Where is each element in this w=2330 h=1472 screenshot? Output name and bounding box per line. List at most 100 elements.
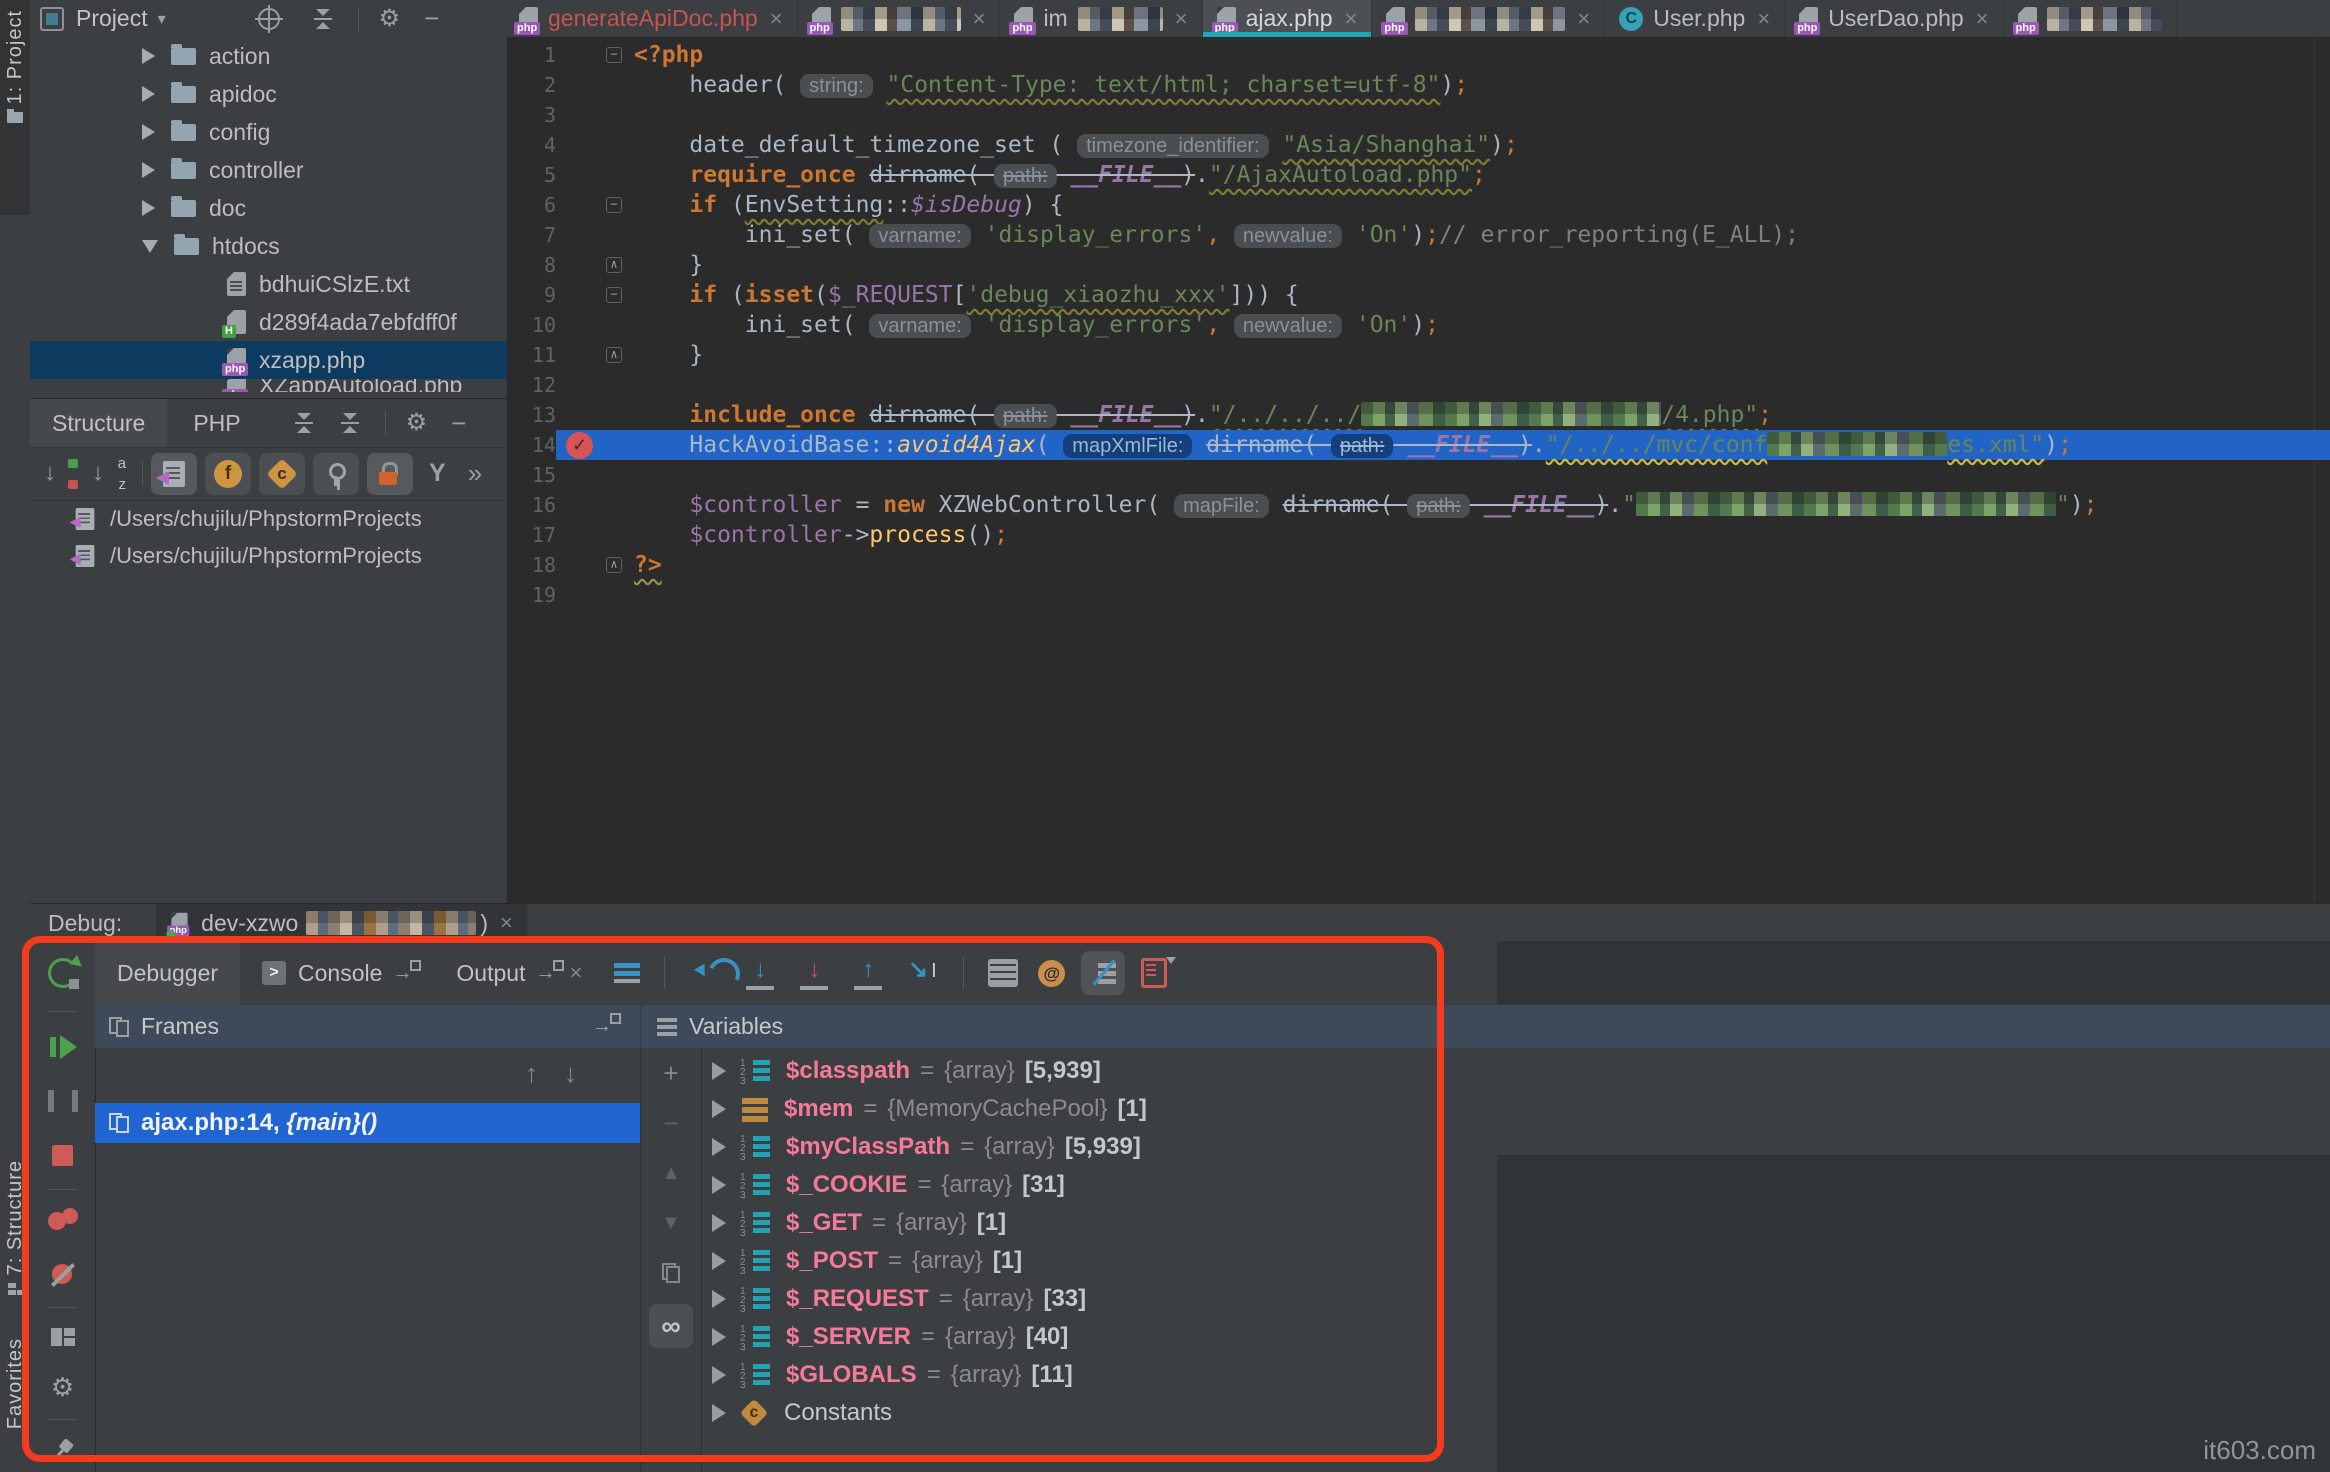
code-line-9[interactable]: 9− if (isset($_REQUEST['debug_xiaozhu_xx…	[508, 280, 2330, 310]
restore-layout-icon[interactable]	[1141, 958, 1167, 988]
tree-item-XZappAutoload-php[interactable]: phpXZappAutoload.php	[30, 379, 507, 392]
tree-expand-icon[interactable]	[142, 162, 155, 178]
locate-icon[interactable]	[258, 8, 280, 30]
variable-row-_REQUEST[interactable]: $_REQUEST={array}[33]	[700, 1280, 2330, 1318]
tree-item-controller[interactable]: controller	[30, 151, 507, 189]
toolwindow-button-favorites[interactable]: Favorites	[0, 1338, 30, 1468]
expand-icon[interactable]	[712, 1366, 726, 1384]
code-line-18[interactable]: 18∧?>	[508, 550, 2330, 580]
variable-row-_POST[interactable]: $_POST={array}[1]	[700, 1242, 2330, 1280]
variable-row-_COOKIE[interactable]: $_COOKIE={array}[31]	[700, 1166, 2330, 1204]
move-to-icon[interactable]: →	[535, 962, 555, 985]
close-icon[interactable]: ×	[500, 910, 513, 936]
hide-toolwindow-icon[interactable]: −	[451, 413, 466, 434]
force-step-into-button[interactable]: ↓	[796, 956, 832, 990]
show-values-inline-button[interactable]	[1081, 951, 1125, 995]
toolwindow-button-project[interactable]: 1: Project	[0, 0, 30, 215]
code-line-8[interactable]: 8∧ }	[508, 250, 2330, 280]
tree-expand-icon[interactable]	[142, 124, 155, 140]
tree-item-apidoc[interactable]: apidoc	[30, 75, 507, 113]
tab-close-icon[interactable]: ×	[1345, 6, 1358, 32]
collapse-all-icon[interactable]	[314, 9, 332, 29]
variable-row-mem[interactable]: $mem={MemoryCachePool}[1]	[700, 1090, 2330, 1128]
step-over-button[interactable]	[688, 956, 724, 990]
expand-icon[interactable]	[712, 1062, 726, 1080]
expand-icon[interactable]	[712, 1404, 726, 1422]
code-line-3[interactable]: 3	[508, 100, 2330, 130]
tree-item-doc[interactable]: doc	[30, 189, 507, 227]
tree-item-bdhuiCSlzE-txt[interactable]: bdhuiCSlzE.txt	[30, 265, 507, 303]
editor-tab-ajax-php[interactable]: phpajax.php×	[1203, 0, 1373, 37]
code-line-5[interactable]: 5 require_once dirname( path: __FILE__).…	[508, 160, 2330, 190]
code-line-6[interactable]: 6− if (EnvSetting::$isDebug) {	[508, 190, 2330, 220]
more-actions-icon[interactable]: »	[468, 458, 482, 489]
code-line-19[interactable]: 19	[508, 580, 2330, 610]
expand-icon[interactable]	[712, 1328, 726, 1346]
show-private-button[interactable]	[367, 453, 413, 495]
editor-tab-censored[interactable]: php×	[1372, 0, 1605, 37]
fold-marker[interactable]: ∧	[606, 347, 622, 363]
tab-php[interactable]: PHP	[167, 410, 266, 437]
frame-navigation-arrows[interactable]: ↑↓	[525, 1058, 603, 1089]
code-line-10[interactable]: 10 ini_set( varname: 'display_errors', n…	[508, 310, 2330, 340]
rerun-button[interactable]	[30, 955, 95, 991]
variable-row-_GET[interactable]: $_GET={array}[1]	[700, 1204, 2330, 1242]
watch-method-return-icon[interactable]: @	[1038, 960, 1065, 987]
expand-icon[interactable]	[712, 1214, 726, 1232]
collapse-all-icon[interactable]	[341, 413, 359, 433]
sort-alphabetically-icon[interactable]: ↓ az	[92, 459, 126, 489]
fold-marker[interactable]: −	[606, 197, 622, 213]
mute-breakpoints-button[interactable]	[30, 1257, 95, 1293]
variable-row-classpath[interactable]: $classpath={array}[5,939]	[700, 1052, 2330, 1090]
toolwindow-button-structure[interactable]: 7: Structure	[0, 1160, 30, 1325]
code-line-11[interactable]: 11∧ }	[508, 340, 2330, 370]
expand-icon[interactable]	[712, 1252, 726, 1270]
code-line-1[interactable]: 1−<?php	[508, 40, 2330, 70]
tree-expand-icon[interactable]	[142, 86, 155, 102]
tab-close-icon[interactable]: ×	[770, 6, 783, 32]
tree-item-xzapp-php[interactable]: phpxzapp.php	[30, 341, 507, 379]
fold-marker[interactable]: −	[606, 47, 622, 63]
duplicate-watch-button[interactable]	[649, 1248, 693, 1298]
tree-item-htdocs[interactable]: htdocs	[30, 227, 507, 265]
filter-icon[interactable]: Y	[429, 459, 446, 488]
code-line-7[interactable]: 7 ini_set( varname: 'display_errors', ne…	[508, 220, 2330, 250]
tree-item-action[interactable]: action	[30, 37, 507, 75]
close-icon[interactable]: ×	[569, 960, 582, 986]
run-config-tab[interactable]: php dev-xzwo ) ×	[156, 904, 527, 942]
tab-close-icon[interactable]: ×	[1175, 6, 1188, 32]
hide-toolwindow-icon[interactable]: −	[424, 8, 439, 29]
pause-button[interactable]	[30, 1083, 95, 1119]
view-breakpoints-button[interactable]	[30, 1203, 95, 1239]
move-up-button[interactable]: ▲	[649, 1148, 693, 1198]
editor-tab-UserDao-php[interactable]: phpUserDao.php×	[1785, 0, 2003, 37]
code-line-4[interactable]: 4 date_default_timezone_set ( timezone_i…	[508, 130, 2330, 160]
step-out-button[interactable]: ↑	[850, 956, 886, 990]
tree-expand-icon[interactable]	[142, 240, 158, 253]
show-public-button[interactable]	[313, 453, 359, 495]
editor-tab-censored[interactable]: php×	[798, 0, 1001, 37]
fold-marker[interactable]: ∧	[606, 257, 622, 273]
tab-close-icon[interactable]: ×	[1577, 6, 1590, 32]
tab-close-icon[interactable]: ×	[973, 6, 986, 32]
settings-button[interactable]: ⚙	[30, 1369, 95, 1405]
tree-item-d289f4ada7ebfdff0f[interactable]: Hd289f4ada7ebfdff0f	[30, 303, 507, 341]
gear-icon[interactable]: ⚙	[379, 7, 401, 31]
code-line-13[interactable]: 13 include_once dirname( path: __FILE__)…	[508, 400, 2330, 430]
show-fields-button[interactable]: f	[205, 453, 251, 495]
pin-button[interactable]	[30, 1431, 95, 1467]
structure-list-item[interactable]: /Users/chujilu/PhpstormProjects	[30, 500, 507, 537]
tab-close-icon[interactable]: ×	[1757, 6, 1770, 32]
sort-by-visibility-icon[interactable]: ↓	[44, 459, 78, 489]
tab-output[interactable]: Output → ×	[434, 941, 604, 1005]
expand-icon[interactable]	[712, 1138, 726, 1156]
variable-row-Constants[interactable]: cConstants	[700, 1394, 2330, 1432]
breakpoint-icon[interactable]: ✓	[566, 432, 593, 459]
run-to-cursor-button[interactable]: ↘I	[904, 956, 940, 990]
step-into-button[interactable]: ↓	[742, 956, 778, 990]
editor[interactable]: 1−<?php2 header( string: "Content-Type: …	[507, 37, 2330, 903]
move-to-icon[interactable]: →	[392, 962, 412, 985]
code-line-12[interactable]: 12	[508, 370, 2330, 400]
tab-debugger[interactable]: Debugger	[95, 941, 240, 1005]
tree-item-config[interactable]: config	[30, 113, 507, 151]
